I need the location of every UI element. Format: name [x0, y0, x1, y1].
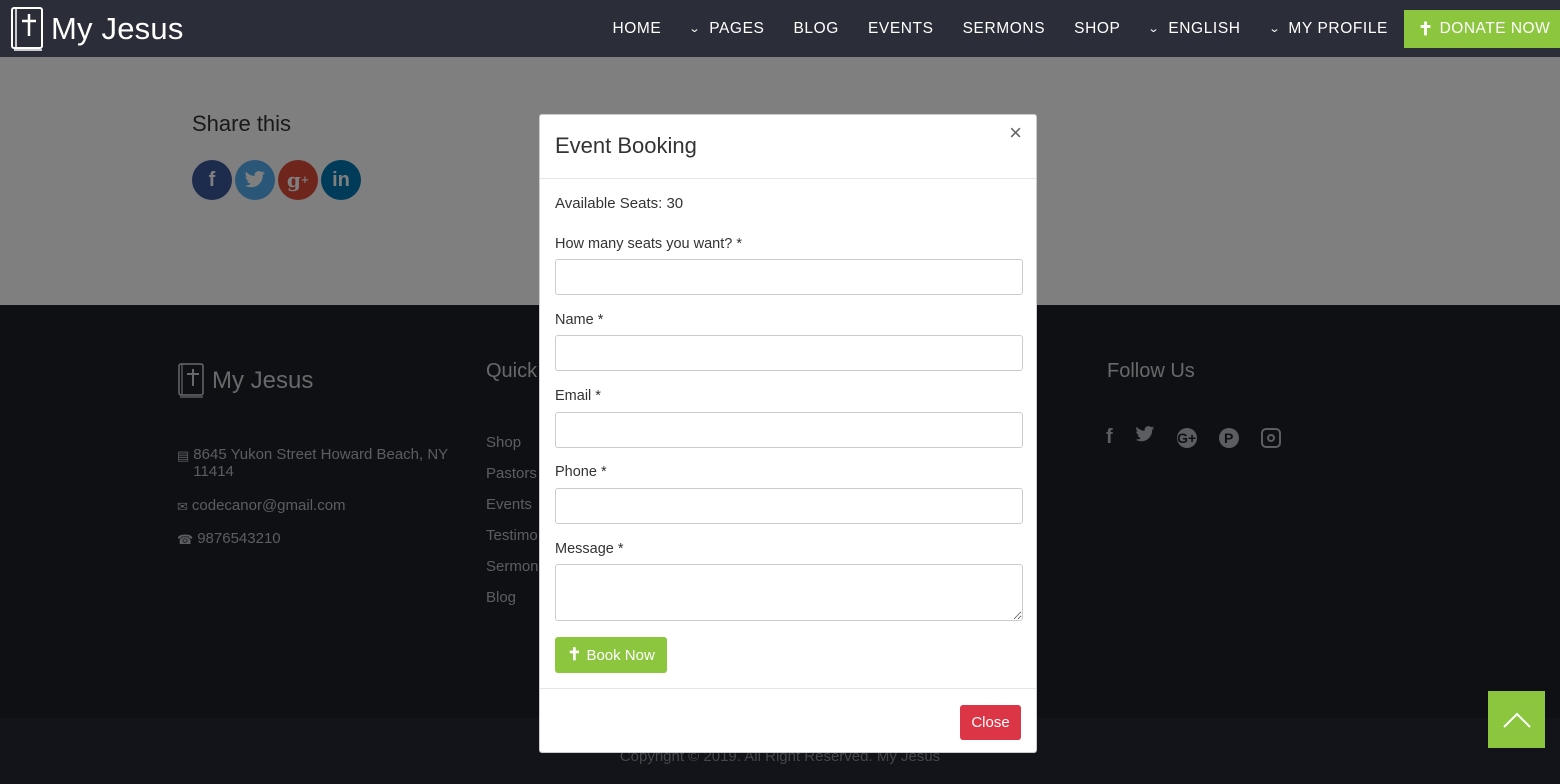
event-booking-modal: Event Booking × Available Seats: 30 How … — [539, 114, 1037, 753]
message-label: Message * — [555, 541, 624, 557]
nav-language[interactable]: ⌄ ENGLISH — [1148, 19, 1241, 38]
nav-label: MY PROFILE — [1288, 19, 1388, 37]
nav-sermons[interactable]: SERMONS — [963, 20, 1046, 38]
name-label: Name * — [555, 312, 604, 328]
message-textarea[interactable] — [555, 564, 1023, 621]
nav-pages[interactable]: ⌄ PAGES — [688, 19, 765, 38]
book-now-label: Book Now — [586, 646, 655, 664]
chevron-down-icon: ⌄ — [1268, 23, 1281, 35]
cross-icon: ✝ — [567, 645, 582, 664]
chevron-down-icon: ⌄ — [688, 23, 702, 35]
email-input[interactable] — [555, 412, 1023, 448]
donate-now-button[interactable]: ✝ DONATE NOW — [1404, 10, 1560, 48]
nav-label: EVENTS — [867, 19, 934, 37]
nav-events[interactable]: EVENTS — [868, 20, 934, 38]
brand-logo[interactable]: My Jesus — [10, 6, 184, 52]
close-icon[interactable]: × — [1009, 120, 1022, 146]
nav-shop[interactable]: SHOP — [1074, 20, 1120, 38]
nav-label: SHOP — [1074, 19, 1121, 37]
book-now-button[interactable]: ✝ Book Now — [555, 637, 667, 673]
cross-icon: ✝ — [1418, 18, 1434, 39]
modal-footer: Close — [540, 688, 1036, 753]
seats-label: How many seats you want? * — [555, 236, 742, 252]
nav-label: ENGLISH — [1168, 19, 1241, 37]
brand-name: My Jesus — [51, 11, 184, 46]
nav-label: BLOG — [793, 19, 839, 37]
phone-input[interactable] — [555, 488, 1023, 524]
nav-home[interactable]: HOME — [612, 20, 661, 38]
email-label: Email * — [555, 388, 601, 404]
available-seats: Available Seats: 30 — [555, 195, 684, 212]
name-input[interactable] — [555, 335, 1023, 371]
top-navbar: My Jesus HOME ⌄ PAGES BLOG EVENTS SERMONS… — [0, 0, 1560, 57]
modal-title: Event Booking — [555, 133, 697, 158]
modal-header: Event Booking × — [540, 115, 1036, 179]
scroll-to-top-button[interactable] — [1488, 691, 1545, 748]
main-nav: HOME ⌄ PAGES BLOG EVENTS SERMONS SHOP ⌄ EN… — [583, 0, 1388, 57]
chevron-down-icon: ⌄ — [1148, 23, 1161, 35]
donate-label: DONATE NOW — [1439, 20, 1551, 37]
nav-label: SERMONS — [962, 19, 1046, 37]
chevron-up-icon — [1502, 712, 1531, 728]
nav-my-profile[interactable]: ⌄ MY PROFILE — [1268, 19, 1388, 38]
nav-blog[interactable]: BLOG — [793, 20, 838, 38]
nav-label: PAGES — [709, 19, 765, 37]
seats-input[interactable] — [555, 259, 1023, 295]
phone-label: Phone * — [555, 464, 607, 480]
bible-cross-icon — [11, 7, 43, 51]
close-button[interactable]: Close — [960, 705, 1021, 740]
nav-label: HOME — [612, 19, 662, 37]
